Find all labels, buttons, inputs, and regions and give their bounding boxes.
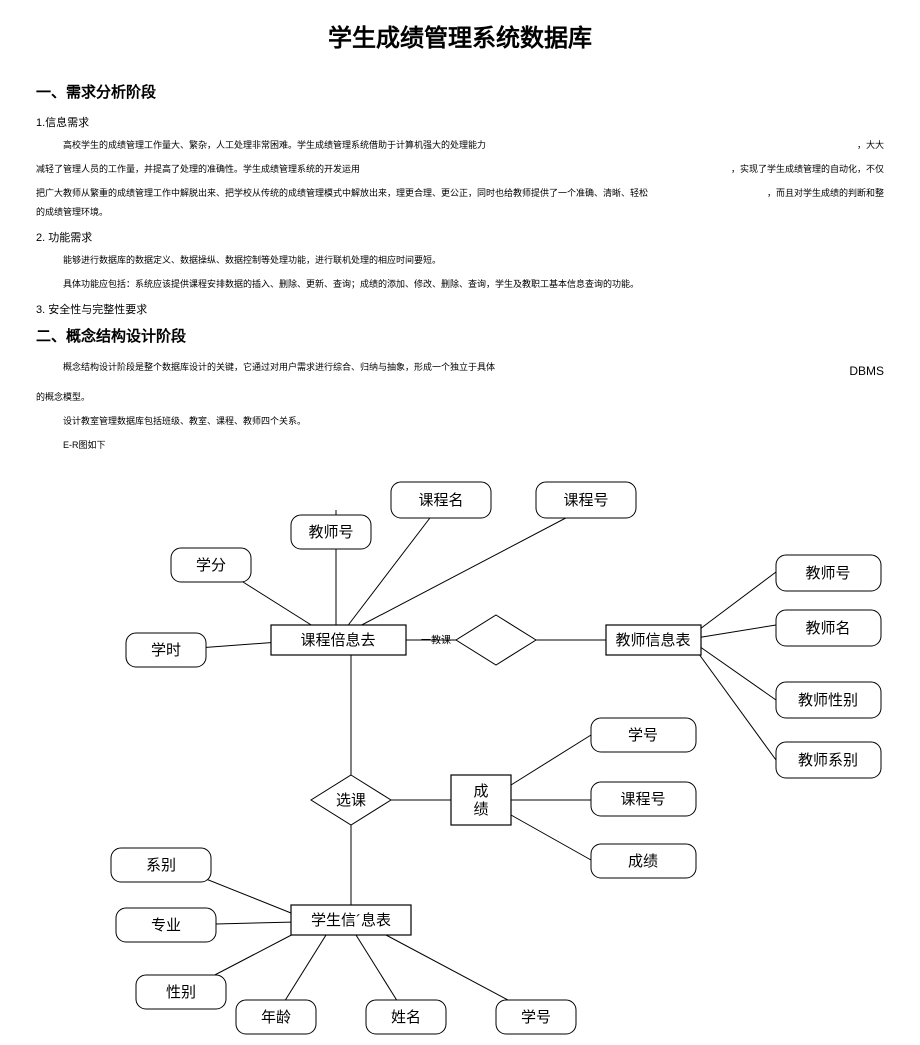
attr-credit: 学分: [196, 557, 226, 574]
attr-dept: 系别: [146, 857, 176, 874]
attr-course-id-r: 课程号: [620, 791, 665, 808]
attr-teacher-id: 教师号: [805, 565, 850, 582]
attr-teacher-name: 教师名: [805, 620, 850, 637]
sec2-para1-left: 概念结构设计阶段是整个数据库设计的关键，它通过对用户需求进行综合、归纳与抽象，形…: [36, 358, 495, 384]
sec2-para3: 设计教室管理数据库包括班级、教室、课程、教师四个关系。: [36, 412, 884, 432]
entity-course-info: 课程倍息去: [300, 632, 375, 649]
para2-left: 减轻了管理人员的工作量，并提高了处理的准确性。学生成绩管理系统的开发运用: [36, 160, 360, 180]
para3-left: 把广大教师从繁重的成绩管理工作中解脱出来、把学校从传统的成绩管理模式中解放出来，…: [36, 184, 656, 224]
entity-score-l2: 绩: [473, 801, 488, 818]
para1-left: 高校学生的成绩管理工作量大、繁杂，人工处理非常困难。学生成绩管理系统借助于计算机…: [36, 136, 486, 156]
attr-major: 专业: [151, 917, 181, 934]
attr-teacher-id-top: 教师号: [308, 524, 353, 541]
para3: 把广大教师从繁重的成绩管理工作中解脱出来、把学校从传统的成绩管理模式中解放出来，…: [36, 184, 884, 224]
para5: 具体功能应包括：系统应该提供课程安排数据的插入、删除、更新、查询；成绩的添加、修…: [36, 275, 884, 295]
para4: 能够进行数据库的数据定义、数据操纵、数据控制等处理功能，进行联机处理的相应时间要…: [36, 251, 884, 271]
attr-score: 成绩: [628, 853, 658, 870]
para2: 减轻了管理人员的工作量，并提高了处理的准确性。学生成绩管理系统的开发运用 ，实现…: [36, 160, 884, 180]
para1: 高校学生的成绩管理工作量大、繁杂，人工处理非常困难。学生成绩管理系统借助于计算机…: [36, 136, 884, 156]
er-diagram: 课程名 课程号 教师号 学分 学时 课程倍息去 一教课 教师信息表 教师号 教师…: [36, 460, 884, 1045]
item3-label: 3. 安全性与完整性要求: [36, 301, 884, 317]
rel-select-course: 选课: [336, 792, 366, 809]
entity-student-info: 学生信´息表: [311, 912, 391, 929]
sec2-para4: E-R图如下: [36, 436, 884, 456]
attr-age: 年龄: [261, 1009, 291, 1026]
sec2-para1-right: DBMS: [849, 358, 884, 384]
para3-right: ，而且对学生成绩的判断和整: [767, 184, 884, 204]
rel-teach: 一教课: [421, 633, 451, 646]
attr-student-id: 学号: [521, 1009, 551, 1026]
attr-hours: 学时: [151, 642, 181, 659]
attr-course-id: 课程号: [563, 492, 608, 509]
entity-teacher-info: 教师信息表: [615, 632, 690, 649]
attr-course-name: 课程名: [418, 492, 463, 509]
section1-heading: 一、需求分析阶段: [36, 81, 884, 102]
sec2-para1: 概念结构设计阶段是整个数据库设计的关键，它通过对用户需求进行综合、归纳与抽象，形…: [36, 358, 884, 384]
attr-sex: 性别: [166, 984, 196, 1001]
item2-label: 2. 功能需求: [36, 229, 884, 245]
entity-score-l1: 成: [473, 783, 488, 800]
section2-heading: 二、概念结构设计阶段: [36, 325, 884, 346]
page-title: 学生成绩管理系统数据库: [36, 18, 884, 53]
para2-right: ，实现了学生成绩管理的自动化，不仅: [731, 160, 884, 180]
para1-right: ，大大: [857, 136, 884, 156]
item1-label: 1.信息需求: [36, 114, 884, 130]
attr-teacher-sex: 教师性别: [798, 692, 858, 709]
attr-teacher-dept: 教师系别: [798, 752, 858, 769]
attr-student-id-r: 学号: [628, 727, 658, 744]
attr-name: 姓名: [391, 1009, 421, 1026]
sec2-para2: 的概念模型。: [36, 388, 884, 408]
